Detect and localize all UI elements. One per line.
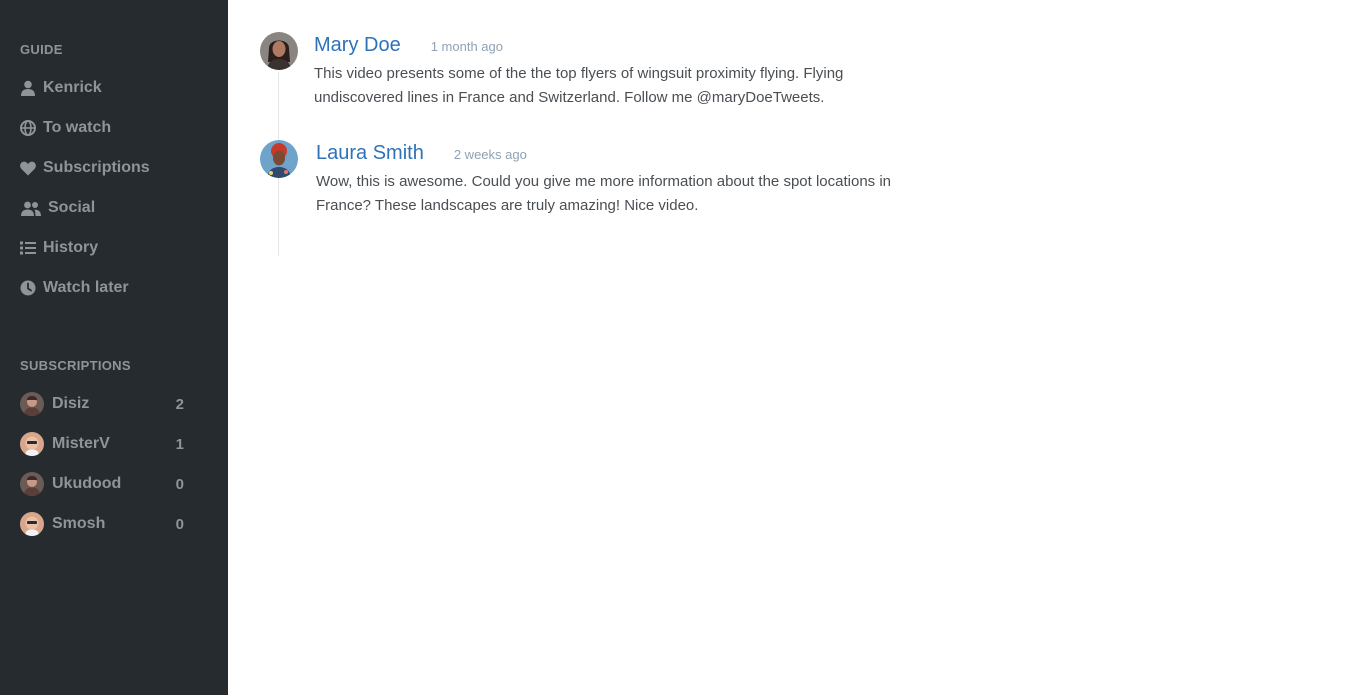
guide-section-title: GUIDE xyxy=(20,42,63,57)
subscription-item-disiz[interactable]: Disiz 2 xyxy=(20,392,184,416)
list-icon xyxy=(20,240,36,256)
sidebar-item-label: Watch later xyxy=(43,279,129,296)
sidebar-item-kenrick[interactable]: Kenrick xyxy=(20,76,210,100)
sidebar-item-label: Subscriptions xyxy=(43,159,150,176)
sidebar-item-label: To watch xyxy=(43,119,112,136)
comment-timestamp: 1 month ago xyxy=(430,39,503,54)
subscriptions-section-title: SUBSCRIPTIONS xyxy=(20,358,131,373)
comments-section: Mary Doe 1 month ago This video presents … xyxy=(228,0,1366,695)
sidebar-item-to-watch[interactable]: To watch xyxy=(20,116,210,140)
subscription-item-smosh[interactable]: Smosh 0 xyxy=(20,512,184,536)
subscription-item-misterv[interactable]: MisterV 1 xyxy=(20,432,184,456)
subscription-item-ukudood[interactable]: Ukudood 0 xyxy=(20,472,184,496)
subscription-count-badge: 0 xyxy=(175,475,184,493)
avatar xyxy=(20,392,44,416)
comment-body: This video presents some of the the top … xyxy=(314,65,844,106)
avatar xyxy=(20,512,44,536)
user-icon xyxy=(20,80,36,96)
subscription-count-badge: 1 xyxy=(175,435,184,453)
avatar xyxy=(20,432,44,456)
comment-author-link[interactable]: Mary Doe xyxy=(314,34,401,56)
comment-header: Mary Doe 1 month ago xyxy=(314,34,503,57)
comment-header: Laura Smith 2 weeks ago xyxy=(316,142,527,165)
avatar xyxy=(20,472,44,496)
heart-icon xyxy=(20,160,36,176)
avatar[interactable] xyxy=(260,32,298,70)
sidebar-item-label: History xyxy=(43,239,99,256)
users-icon xyxy=(20,200,41,216)
subscription-name: Smosh xyxy=(52,515,106,532)
sidebar: GUIDE Kenrick To watch Subscriptions Soc… xyxy=(0,0,228,695)
sidebar-item-label: Social xyxy=(48,199,96,216)
comment-timestamp: 2 weeks ago xyxy=(453,147,527,162)
sidebar-item-history[interactable]: History xyxy=(20,236,210,260)
sidebar-item-subscriptions[interactable]: Subscriptions xyxy=(20,156,210,180)
globe-icon xyxy=(20,120,36,136)
sidebar-item-label: Kenrick xyxy=(43,79,102,96)
comment-author-link[interactable]: Laura Smith xyxy=(316,142,424,164)
avatar[interactable] xyxy=(260,140,298,178)
sidebar-item-social[interactable]: Social xyxy=(20,196,210,220)
subscription-count-badge: 2 xyxy=(175,395,184,413)
subscription-count-badge: 0 xyxy=(175,515,184,533)
subscription-name: MisterV xyxy=(52,435,110,452)
sidebar-item-watch-later[interactable]: Watch later xyxy=(20,276,210,300)
subscription-name: Ukudood xyxy=(52,475,122,492)
clock-icon xyxy=(20,280,36,296)
app-root: GUIDE Kenrick To watch Subscriptions Soc… xyxy=(0,0,1366,695)
subscription-name: Disiz xyxy=(52,395,90,412)
comment-body: Wow, this is awesome. Could you give me … xyxy=(316,173,892,214)
